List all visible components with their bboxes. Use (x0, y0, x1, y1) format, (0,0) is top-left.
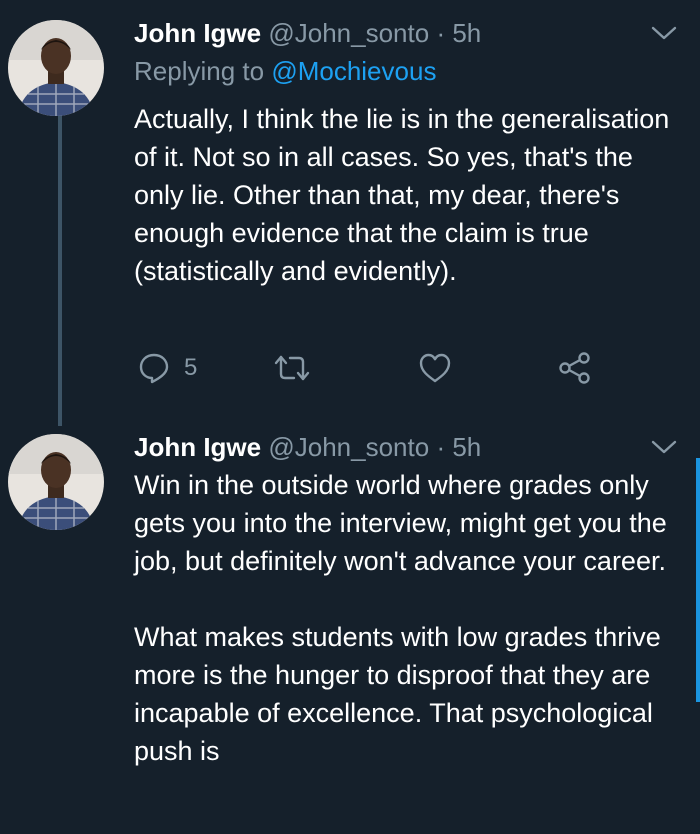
separator-dot: · (436, 432, 446, 462)
author-handle[interactable]: @John_sonto (268, 18, 429, 48)
like-button[interactable] (418, 352, 452, 384)
like-icon (419, 353, 451, 383)
share-button[interactable] (558, 352, 592, 384)
replying-to-mention[interactable]: @Mochievous (271, 56, 436, 86)
tweet-header: John Igwe @John_sonto · 5h (134, 16, 481, 50)
reply-icon (139, 353, 169, 384)
replying-to-line: Replying to @Mochievous (134, 54, 436, 88)
retweet-button[interactable] (272, 352, 312, 384)
replying-to-label: Replying to (134, 56, 272, 86)
tweet-1[interactable]: John Igwe @John_sonto · 5h Replying to @… (0, 16, 700, 406)
tweet-actions: 5 (134, 352, 604, 388)
scrollbar[interactable] (696, 458, 700, 702)
author-name[interactable]: John Igwe (134, 18, 261, 48)
author-name[interactable]: John Igwe (134, 432, 261, 462)
reply-button[interactable]: 5 (138, 352, 197, 384)
share-icon (559, 352, 590, 384)
tweet-2[interactable]: John Igwe @John_sonto · 5h Win in the ou… (0, 430, 700, 834)
tweet-text: Actually, I think the lie is in the gene… (134, 104, 670, 286)
tweet-header: John Igwe @John_sonto · 5h (134, 430, 481, 464)
avatar[interactable] (8, 434, 104, 530)
avatar[interactable] (8, 20, 104, 116)
timestamp[interactable]: 5h (452, 18, 481, 48)
author-handle[interactable]: @John_sonto (268, 432, 429, 462)
reply-count: 5 (184, 354, 198, 381)
tweet-text: Win in the outside world where grades on… (134, 470, 667, 766)
timestamp[interactable]: 5h (452, 432, 481, 462)
separator-dot: · (436, 18, 446, 48)
chevron-down-icon[interactable] (650, 436, 678, 458)
chevron-down-icon[interactable] (650, 22, 678, 44)
retweet-icon (274, 355, 310, 381)
